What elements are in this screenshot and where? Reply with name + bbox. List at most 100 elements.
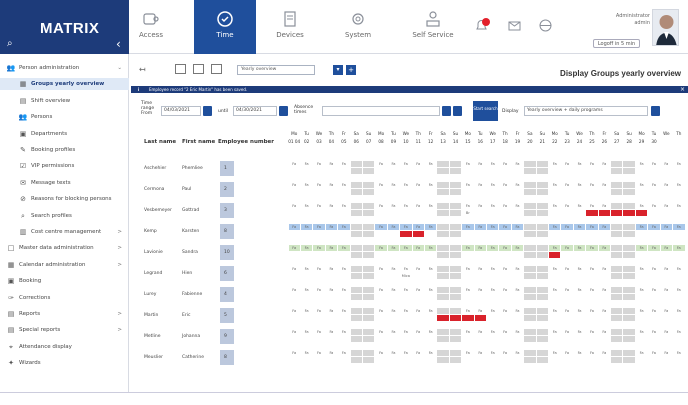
avatar[interactable] xyxy=(652,9,679,46)
table-row[interactable]: Martin Eric 5 xyxy=(140,308,278,323)
day-cell[interactable]: Fa xyxy=(586,203,598,209)
day-cell[interactable] xyxy=(524,350,536,356)
day-cell[interactable] xyxy=(673,315,685,321)
table-row[interactable]: Kemp Karsten 8 xyxy=(140,224,278,239)
day-cell[interactable] xyxy=(623,315,635,321)
day-cell[interactable] xyxy=(400,336,412,342)
day-cell[interactable]: Fa xyxy=(487,182,499,188)
day-cell[interactable]: Fa xyxy=(412,161,424,167)
day-cell[interactable]: Fa xyxy=(387,161,400,167)
day-cell[interactable] xyxy=(362,357,375,363)
nav-time[interactable]: Time xyxy=(194,0,256,54)
day-cell[interactable] xyxy=(412,189,424,195)
day-cell[interactable] xyxy=(449,294,462,300)
day-cell[interactable] xyxy=(424,357,437,363)
sidebar-item-1[interactable]: ▦ Groups yearly overview xyxy=(0,78,129,91)
day-cell[interactable] xyxy=(611,189,623,195)
day-cell[interactable] xyxy=(487,273,499,279)
day-cell[interactable] xyxy=(375,273,387,279)
day-cell[interactable]: Fa xyxy=(511,224,524,230)
day-cell[interactable] xyxy=(598,273,611,279)
nav-access[interactable]: Access xyxy=(120,0,182,54)
day-cell[interactable] xyxy=(313,189,325,195)
day-cell[interactable] xyxy=(598,357,611,363)
day-cell[interactable]: Fa xyxy=(474,182,486,188)
day-cell[interactable] xyxy=(635,252,648,258)
day-cell[interactable]: Fa xyxy=(586,266,598,272)
day-cell[interactable]: Mica xyxy=(400,273,412,279)
day-cell[interactable]: Fa xyxy=(474,203,486,209)
day-cell[interactable] xyxy=(598,336,611,342)
day-cell[interactable]: Fa xyxy=(598,350,611,356)
day-cell[interactable]: Fa xyxy=(499,182,511,188)
day-cell[interactable]: Fa xyxy=(660,224,673,230)
day-cell[interactable] xyxy=(400,294,412,300)
day-cell[interactable] xyxy=(424,336,437,342)
day-cell[interactable] xyxy=(549,273,561,279)
day-cell[interactable] xyxy=(487,357,499,363)
day-cell[interactable] xyxy=(449,224,462,230)
day-cell[interactable] xyxy=(300,168,313,174)
day-cell[interactable]: Fa xyxy=(511,266,524,272)
sidebar-item-10[interactable]: ▥ Cost centre management > xyxy=(0,226,129,238)
day-cell[interactable] xyxy=(449,273,462,279)
day-cell[interactable]: Fa xyxy=(313,161,325,167)
day-cell[interactable]: Fa xyxy=(648,308,660,314)
day-cell[interactable]: Fa xyxy=(462,161,474,167)
day-cell[interactable] xyxy=(313,273,325,279)
day-cell[interactable]: Fa xyxy=(586,161,598,167)
day-cell[interactable] xyxy=(437,315,449,321)
day-cell[interactable]: Fa xyxy=(648,245,660,251)
sidebar-item-14[interactable]: ✑ Corrections xyxy=(0,292,129,304)
day-cell[interactable]: Fa xyxy=(511,203,524,209)
day-cell[interactable] xyxy=(387,189,400,195)
day-cell[interactable] xyxy=(338,315,350,321)
day-cell[interactable]: Fa xyxy=(462,308,474,314)
day-cell[interactable]: Fa xyxy=(635,203,648,209)
day-cell[interactable] xyxy=(300,315,313,321)
day-cell[interactable] xyxy=(350,224,362,230)
start-search-button[interactable]: Start search xyxy=(473,101,498,121)
day-cell[interactable] xyxy=(437,203,449,209)
day-cell[interactable]: Fa xyxy=(300,245,313,251)
day-cell[interactable] xyxy=(424,315,437,321)
day-cell[interactable] xyxy=(400,357,412,363)
day-cell[interactable]: Fa xyxy=(573,161,586,167)
day-cell[interactable] xyxy=(474,168,486,174)
day-cell[interactable] xyxy=(338,189,350,195)
day-cell[interactable] xyxy=(387,273,400,279)
day-cell[interactable]: Fa xyxy=(561,350,573,356)
day-cell[interactable] xyxy=(350,350,362,356)
day-cell[interactable] xyxy=(487,294,499,300)
day-cell[interactable] xyxy=(288,252,300,258)
day-cell[interactable]: Fa xyxy=(499,308,511,314)
day-cell[interactable] xyxy=(611,168,623,174)
day-cell[interactable] xyxy=(511,357,524,363)
day-cell[interactable] xyxy=(673,168,685,174)
day-cell[interactable] xyxy=(573,168,586,174)
day-cell[interactable] xyxy=(611,308,623,314)
day-cell[interactable]: Fa xyxy=(511,245,524,251)
day-cell[interactable]: Fa xyxy=(499,224,511,230)
day-cell[interactable] xyxy=(573,210,586,216)
day-cell[interactable]: Fa xyxy=(586,287,598,293)
date-from-field[interactable]: 04/03/2021 xyxy=(161,106,201,116)
day-cell[interactable]: Fa xyxy=(375,266,387,272)
day-cell[interactable] xyxy=(350,168,362,174)
day-cell[interactable]: Fa xyxy=(387,245,400,251)
day-cell[interactable] xyxy=(325,189,338,195)
day-cell[interactable] xyxy=(561,210,573,216)
day-cell[interactable] xyxy=(623,266,635,272)
day-cell[interactable] xyxy=(462,252,474,258)
day-cell[interactable] xyxy=(660,231,673,237)
day-cell[interactable] xyxy=(474,231,486,237)
day-cell[interactable]: Fa xyxy=(660,245,673,251)
day-cell[interactable] xyxy=(449,329,462,335)
day-cell[interactable]: Fa xyxy=(573,203,586,209)
day-cell[interactable] xyxy=(449,308,462,314)
day-cell[interactable]: Fa xyxy=(660,203,673,209)
day-cell[interactable] xyxy=(387,210,400,216)
day-cell[interactable] xyxy=(449,168,462,174)
day-cell[interactable] xyxy=(536,357,549,363)
day-cell[interactable] xyxy=(437,245,449,251)
